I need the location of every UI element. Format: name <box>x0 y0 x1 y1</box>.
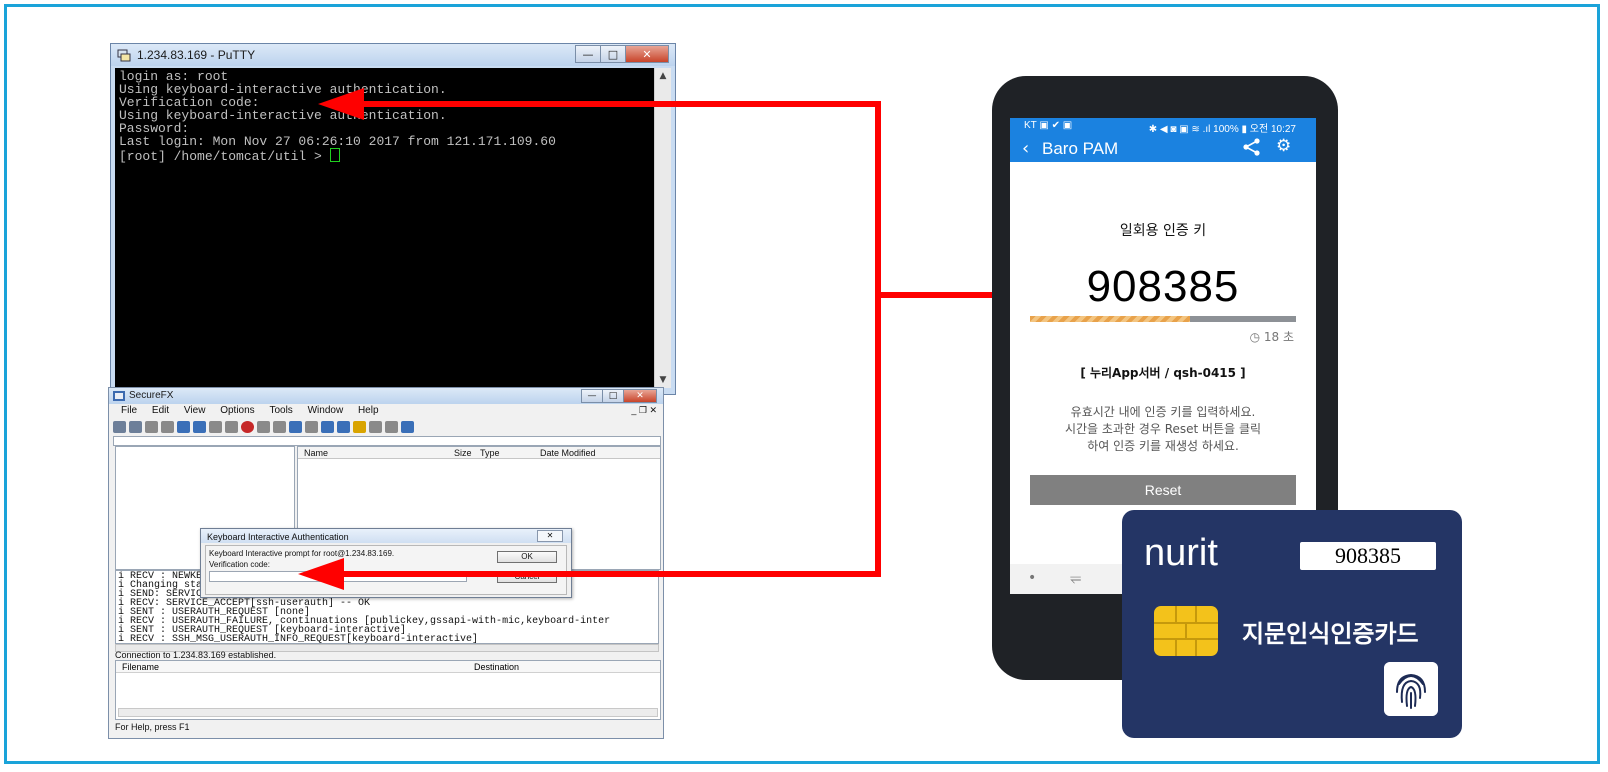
instruction-line: 하여 인증 키를 재생성 하세요. <box>1087 439 1239 453</box>
nav-dot-icon[interactable]: • <box>1028 570 1036 586</box>
app-bar: ‹ Baro PAM ⚙ <box>1010 134 1316 162</box>
status-left: KT ▣ ✔ ▣ <box>1024 120 1073 131</box>
otp-label: 일회용 인증 키 <box>1119 223 1207 239</box>
otp-code: 908385 <box>1086 262 1240 311</box>
instructions: 유효시간 내에 인증 키를 입력하세요. 시간을 초과한 경우 Reset 버튼… <box>1010 404 1316 455</box>
app-title: Baro PAM <box>1042 139 1119 158</box>
back-icon[interactable]: ‹ <box>1022 138 1029 159</box>
fingerprint-card: nurit 908385 지문인식인증카드 <box>1122 510 1462 738</box>
reset-button[interactable]: Reset <box>1030 475 1296 505</box>
gear-icon[interactable]: ⚙ <box>1276 136 1291 156</box>
otp-progress-fill <box>1030 316 1190 322</box>
arrow-to-securefx <box>340 295 881 577</box>
instruction-line: 시간을 초과한 경우 Reset 버튼을 클릭 <box>1064 422 1262 436</box>
arrowhead-putty <box>318 88 364 120</box>
fingerprint-icon <box>1384 662 1438 716</box>
card-otp-code: 908385 <box>1300 542 1436 570</box>
arrow-to-putty <box>360 101 1054 298</box>
arrowhead-securefx <box>298 558 344 590</box>
card-title: 지문인식인증카드 <box>1242 620 1419 648</box>
otp-timer: ◷ 18 초 <box>1249 330 1294 344</box>
phone-status-bar: KT ▣ ✔ ▣ ✱ ◀ ◙ ▣ ≋ .ıl 100% ▮ 오전 10:27 <box>1010 118 1316 135</box>
nav-recents-icon[interactable]: ⥫ <box>1070 570 1081 586</box>
status-right: ✱ ◀ ◙ ▣ ≋ .ıl 100% ▮ 오전 10:27 <box>1148 124 1296 135</box>
card-brand: nurit <box>1144 532 1218 574</box>
instruction-line: 유효시간 내에 인증 키를 입력하세요. <box>1070 405 1256 419</box>
share-icon[interactable] <box>1242 138 1262 156</box>
otp-progress-bar <box>1030 316 1296 322</box>
arrow-lines <box>340 101 1054 577</box>
server-name: [ 누리App서버 / qsh-0415 ] <box>1080 366 1246 380</box>
card-chip-icon <box>1154 606 1218 656</box>
